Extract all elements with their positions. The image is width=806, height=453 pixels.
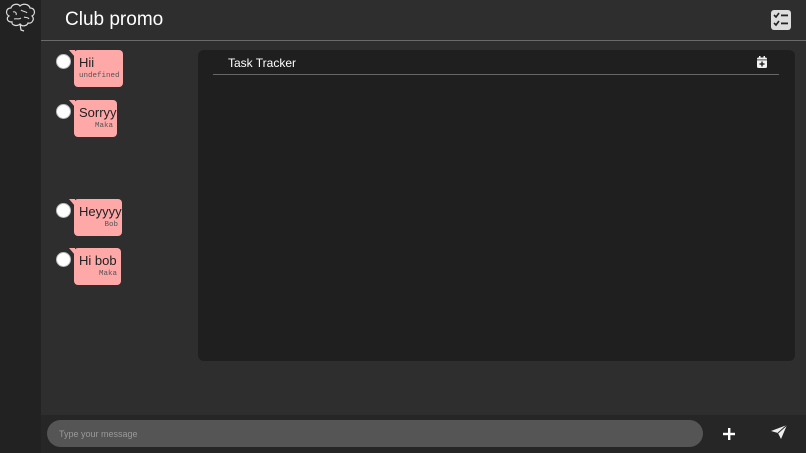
left-rail (0, 0, 41, 453)
message-text: Hi bob (79, 253, 117, 268)
message-bubble: Heyyyy Bob (69, 199, 122, 236)
calendar-add-icon[interactable] (755, 55, 769, 69)
paper-plane-icon[interactable] (770, 424, 788, 440)
message-input[interactable] (47, 420, 703, 447)
message-text: Sorryy (79, 105, 117, 120)
plus-icon[interactable] (721, 426, 737, 442)
message-sender: Maka (98, 270, 117, 278)
message-sender: Maka (94, 122, 113, 130)
message-text: Heyyyy (79, 204, 122, 219)
task-tracker-panel: Task Tracker (198, 50, 795, 361)
message-bubble: Hii undefined (69, 50, 123, 87)
task-tracker-header: Task Tracker (213, 50, 779, 75)
message-bubble: Hi bob Maka (69, 248, 121, 285)
message-composer (41, 415, 806, 453)
page-title: Club promo (65, 9, 164, 30)
message-sender: undefined (79, 72, 120, 80)
task-tracker-title: Task Tracker (228, 56, 297, 70)
brain-icon[interactable] (3, 2, 37, 32)
message-list: Hii undefined Sorryy Maka Heyyyy Bob Hi … (41, 41, 191, 416)
checklist-button[interactable] (771, 10, 791, 30)
message-sender: Bob (104, 221, 118, 229)
message-text: Hii (79, 55, 95, 70)
message-bubble: Sorryy Maka (69, 100, 117, 137)
checklist-icon (773, 12, 788, 27)
chat-header: Club promo (41, 0, 806, 41)
